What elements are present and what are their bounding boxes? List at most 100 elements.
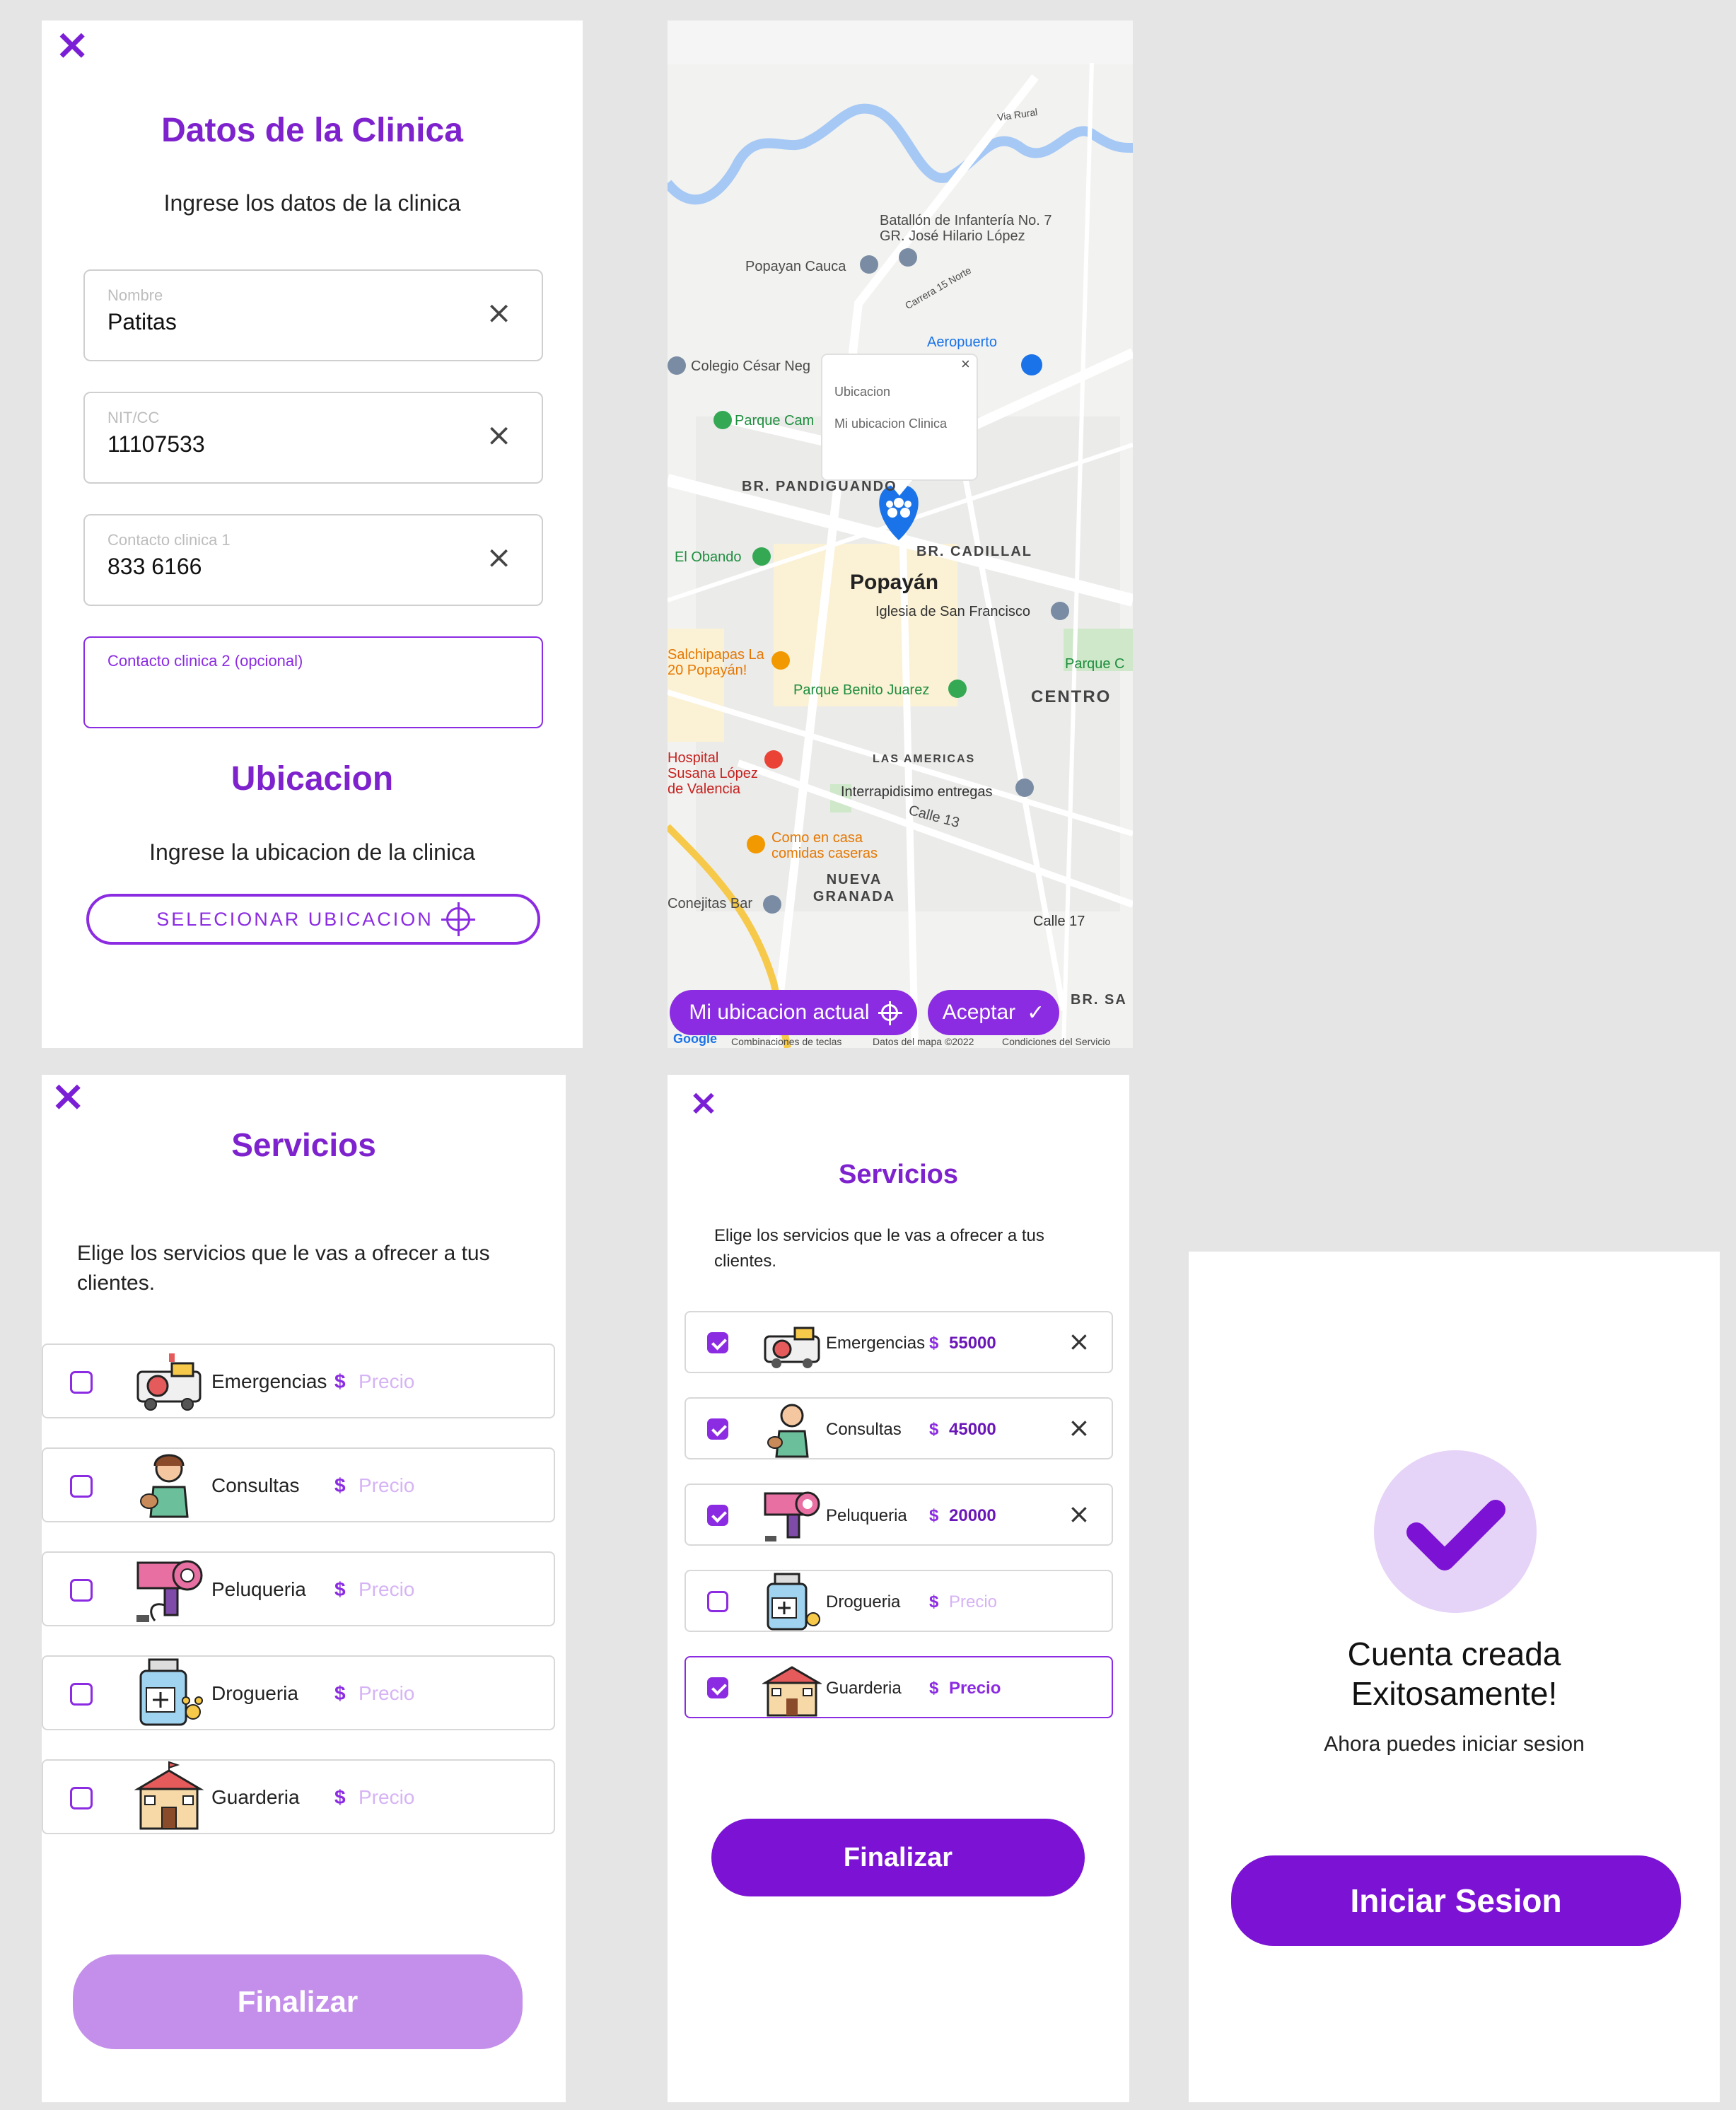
finish-button[interactable]: Finalizar xyxy=(711,1819,1085,1896)
remove-icon[interactable]: × xyxy=(1068,1500,1090,1527)
price-input[interactable]: 45000 xyxy=(949,1420,996,1440)
map-label: NUEVA GRANADA xyxy=(812,872,896,904)
page-subtitle: Elige los servicios que le vas a ofrecer… xyxy=(714,1226,1044,1271)
veterinarian-icon xyxy=(140,1454,189,1518)
accept-button[interactable]: Aceptar ✓ xyxy=(928,990,1059,1035)
map-label: Conejitas Bar xyxy=(668,896,753,911)
map-label: Parque Cam xyxy=(735,413,815,429)
map-label: Parque Benito Juarez xyxy=(793,682,930,698)
check-icon: ✓ xyxy=(1027,1001,1045,1025)
service-row-guarderia[interactable]: Guarderia $ Precio xyxy=(685,1656,1113,1718)
service-name: Guarderia xyxy=(211,1786,300,1808)
service-name: Emergencias xyxy=(211,1370,327,1392)
clinic-form-screen: × Datos de la Clinica Ingrese los datos … xyxy=(42,21,583,1048)
name-field-label: Nombre xyxy=(107,286,163,304)
service-row-peluqueria[interactable]: Peluqueria $ 20000 × xyxy=(685,1484,1113,1546)
map-label: Colegio César Neg xyxy=(691,359,810,374)
service-row-consultas[interactable]: Consultas $ Precio xyxy=(42,1447,555,1522)
price-input[interactable]: Precio xyxy=(359,1474,414,1497)
remove-icon[interactable]: × xyxy=(1068,1328,1090,1355)
popup-title: Ubicacion xyxy=(834,385,891,399)
map-label: Popayan Cauca xyxy=(745,259,846,274)
success-screen: Cuenta creada Exitosamente! Ahora puedes… xyxy=(1189,1252,1720,2102)
nit-field-value[interactable]: 11107533 xyxy=(107,431,205,457)
map-label: Parque C xyxy=(1065,656,1125,672)
clear-icon[interactable]: × xyxy=(486,420,512,451)
price-input[interactable]: 20000 xyxy=(949,1506,996,1526)
map-footer-keys[interactable]: Combinaciones de teclas xyxy=(731,1036,841,1047)
map-label: CENTRO xyxy=(1031,687,1112,706)
contact1-field-value[interactable]: 833 6166 xyxy=(107,554,202,580)
page-title: Servicios xyxy=(231,1126,376,1163)
name-field-value[interactable]: Patitas xyxy=(107,309,177,335)
service-row-peluqueria[interactable]: Peluqueria $ Precio xyxy=(42,1551,555,1626)
close-icon[interactable]: × xyxy=(54,23,90,66)
map-footer-terms[interactable]: Condiciones del Servicio xyxy=(1002,1036,1110,1047)
price-input[interactable]: Precio xyxy=(359,1370,414,1393)
map-label: BR. SA xyxy=(1071,992,1127,1008)
popup-text: Mi ubicacion Clinica xyxy=(834,416,948,431)
service-checkbox[interactable] xyxy=(707,1505,728,1526)
checkmark-icon xyxy=(1406,1500,1505,1570)
popup-close-icon[interactable]: × xyxy=(961,355,970,373)
currency-symbol: $ xyxy=(334,1578,346,1600)
my-location-label: Mi ubicacion actual xyxy=(689,1001,870,1024)
service-checkbox[interactable] xyxy=(707,1332,728,1353)
service-row-drogueria[interactable]: Drogueria $ Precio xyxy=(42,1655,555,1730)
select-location-label: SELECIONAR UBICACION xyxy=(156,908,433,930)
finish-button-disabled[interactable]: Finalizar xyxy=(73,1954,523,2049)
crosshair-icon xyxy=(878,1001,902,1025)
service-checkbox[interactable] xyxy=(707,1418,728,1440)
service-name: Drogueria xyxy=(211,1682,298,1704)
price-input[interactable]: Precio xyxy=(359,1786,414,1809)
nit-field[interactable]: NIT/CC 11107533 × xyxy=(83,392,543,484)
map-screen[interactable]: Ubicacion Mi ubicacion Clinica × Via Rur… xyxy=(668,21,1133,1048)
name-field[interactable]: Nombre Patitas × xyxy=(83,269,543,361)
page-title: Servicios xyxy=(839,1160,958,1189)
daycare-building-icon xyxy=(762,1666,822,1717)
contact2-field[interactable]: Contacto clinica 2 (opcional) xyxy=(83,636,543,728)
price-input[interactable]: Precio xyxy=(359,1682,414,1705)
page-subtitle: Elige los servicios que le vas a ofrecer… xyxy=(77,1242,490,1295)
login-button[interactable]: Iniciar Sesion xyxy=(1231,1855,1681,1946)
map-footer-data: Datos del mapa ©2022 xyxy=(873,1036,974,1047)
contact1-field[interactable]: Contacto clinica 1 833 6166 × xyxy=(83,514,543,606)
nit-field-label: NIT/CC xyxy=(107,409,160,426)
service-row-consultas[interactable]: Consultas $ 45000 × xyxy=(685,1397,1113,1459)
price-input[interactable]: 55000 xyxy=(949,1334,996,1353)
remove-icon[interactable]: × xyxy=(1068,1414,1090,1441)
service-checkbox[interactable] xyxy=(70,1683,93,1706)
currency-symbol: $ xyxy=(334,1682,346,1704)
service-checkbox[interactable] xyxy=(707,1677,728,1698)
clear-icon[interactable]: × xyxy=(486,298,512,329)
service-checkbox[interactable] xyxy=(70,1787,93,1809)
service-checkbox[interactable] xyxy=(70,1371,93,1394)
map-label: Iglesia de San Francisco xyxy=(875,604,1031,619)
service-row-guarderia[interactable]: Guarderia $ Precio xyxy=(42,1759,555,1834)
service-name: Peluqueria xyxy=(826,1506,907,1525)
location-subtitle: Ingrese la ubicacion de la clinica xyxy=(149,839,475,865)
service-name: Peluqueria xyxy=(211,1578,306,1600)
page-subtitle: Ingrese los datos de la clinica xyxy=(163,190,461,216)
service-checkbox[interactable] xyxy=(70,1475,93,1498)
price-input[interactable]: Precio xyxy=(359,1578,414,1601)
location-title: Ubicacion xyxy=(231,760,394,798)
select-location-button[interactable]: SELECIONAR UBICACION xyxy=(86,894,540,945)
map-label: Como en casa comidas caseras xyxy=(771,830,878,861)
clear-icon[interactable]: × xyxy=(486,542,512,573)
map-label: Aeropuerto xyxy=(927,334,997,350)
service-checkbox[interactable] xyxy=(70,1579,93,1602)
service-checkbox[interactable] xyxy=(707,1591,728,1612)
service-row-emergencias[interactable]: Emergencias $ Precio xyxy=(42,1343,555,1418)
success-circle xyxy=(1374,1450,1537,1613)
price-input[interactable]: Precio xyxy=(949,1679,1001,1698)
close-icon[interactable]: × xyxy=(689,1085,718,1120)
service-row-drogueria[interactable]: Drogueria $ Precio xyxy=(685,1570,1113,1632)
daycare-building-icon xyxy=(134,1761,204,1830)
price-input[interactable]: Precio xyxy=(949,1592,997,1612)
service-row-emergencias[interactable]: Emergencias $ 55000 × xyxy=(685,1311,1113,1373)
veterinarian-icon xyxy=(767,1404,809,1458)
currency-symbol: $ xyxy=(334,1786,346,1808)
my-location-button[interactable]: Mi ubicacion actual xyxy=(670,990,917,1035)
close-icon[interactable]: × xyxy=(50,1075,86,1117)
